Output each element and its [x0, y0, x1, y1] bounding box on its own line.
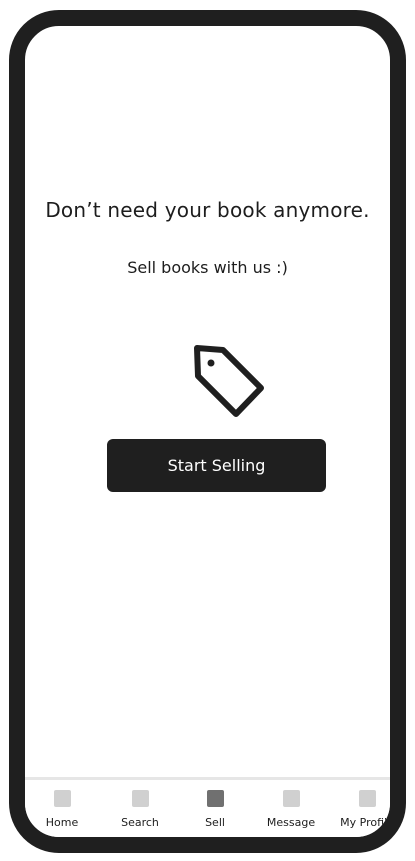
tab-label-message: Message: [266, 816, 316, 829]
tab-label-search: Search: [121, 816, 159, 829]
price-tag-icon: [194, 345, 264, 417]
home-tab-icon: [53, 790, 71, 807]
profile-tab-icon: [358, 790, 376, 807]
tab-my-profile[interactable]: My Profile: [332, 790, 394, 837]
subheadline: Sell books with us :): [127, 258, 288, 277]
bottom-tab-bar: Home Search Sell Message My Profile: [25, 777, 390, 837]
tab-label-sell: Sell: [205, 816, 225, 829]
tab-home[interactable]: Home: [27, 790, 97, 837]
message-tab-icon: [282, 790, 300, 807]
start-selling-button[interactable]: Start Selling: [107, 439, 326, 492]
headline: Don’t need your book anymore.: [45, 198, 370, 222]
search-tab-icon: [131, 790, 149, 807]
tab-label-my-profile: My Profile: [340, 816, 394, 829]
tab-label-home: Home: [45, 816, 79, 829]
tab-message[interactable]: Message: [256, 790, 326, 837]
tab-sell[interactable]: Sell: [180, 790, 250, 837]
tab-search[interactable]: Search: [105, 790, 175, 837]
phone-frame: Don’t need your book anymore. Sell books…: [9, 10, 406, 853]
sell-tab-icon: [206, 790, 224, 807]
sell-screen: Don’t need your book anymore. Sell books…: [25, 26, 390, 837]
